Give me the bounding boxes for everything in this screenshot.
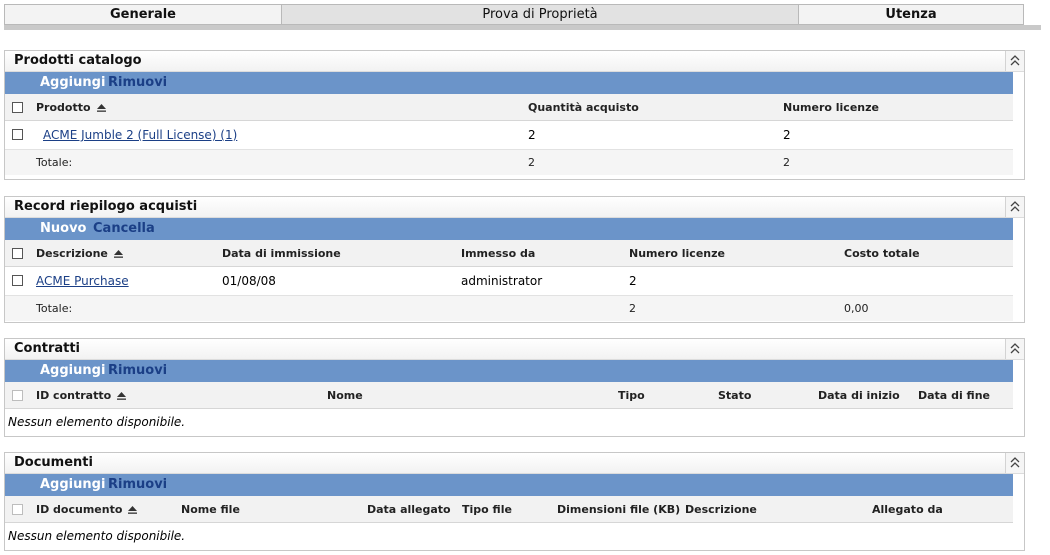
panel-header: Contratti bbox=[5, 339, 1024, 360]
panel-title: Prodotti catalogo bbox=[14, 53, 142, 68]
select-all-checkbox[interactable] bbox=[12, 102, 23, 113]
new-button[interactable]: Nuovo bbox=[40, 221, 86, 236]
add-button[interactable]: Aggiungi bbox=[40, 75, 105, 90]
empty-message-row: Nessun elemento disponibile. bbox=[5, 523, 1013, 549]
column-header-product[interactable]: Prodotto bbox=[36, 101, 106, 114]
column-header-description[interactable]: Descrizione bbox=[685, 503, 757, 516]
total-label: Totale: bbox=[36, 302, 73, 315]
column-header-start-date[interactable]: Data di inizio bbox=[818, 389, 900, 402]
column-header-type[interactable]: Tipo bbox=[618, 389, 645, 402]
remove-button[interactable]: Rimuovi bbox=[108, 477, 167, 492]
entered-by-cell: administrator bbox=[461, 274, 543, 288]
column-header-file-size[interactable]: Dimensioni file (KB) bbox=[557, 503, 680, 516]
panel-header: Prodotti catalogo bbox=[5, 51, 1024, 72]
add-button[interactable]: Aggiungi bbox=[40, 477, 105, 492]
toolbar: Aggiungi Rimuovi bbox=[5, 360, 1013, 382]
table-row: ACME Purchase 01/08/08 administrator 2 bbox=[5, 267, 1013, 296]
column-header-file-type[interactable]: Tipo file bbox=[462, 503, 512, 516]
column-header-end-date[interactable]: Data di fine bbox=[918, 389, 990, 402]
column-header-document-id[interactable]: ID documento bbox=[36, 503, 138, 516]
remove-button[interactable]: Rimuovi bbox=[108, 363, 167, 378]
sort-ascending-icon bbox=[128, 506, 138, 514]
table-header: Descrizione Data di immissione Immesso d… bbox=[5, 240, 1013, 267]
catalog-products-panel: Prodotti catalogo Aggiungi Rimuovi Prodo… bbox=[4, 50, 1025, 180]
column-header-state[interactable]: Stato bbox=[718, 389, 751, 402]
table-header: ID contratto Nome Tipo Stato Data di ini… bbox=[5, 382, 1013, 409]
select-all-checkbox[interactable] bbox=[12, 504, 23, 515]
panel-title: Contratti bbox=[14, 341, 81, 356]
column-header-contract-id[interactable]: ID contratto bbox=[36, 389, 127, 402]
collapse-button[interactable] bbox=[1005, 453, 1024, 473]
column-header-total-cost[interactable]: Costo totale bbox=[844, 247, 920, 260]
row-checkbox[interactable] bbox=[12, 129, 23, 140]
empty-message: Nessun elemento disponibile. bbox=[8, 529, 186, 543]
tab-bar: Generale Prova di Proprietà Utenza bbox=[4, 4, 1041, 26]
column-header-description[interactable]: Descrizione bbox=[36, 247, 123, 260]
licenses-cell: 2 bbox=[783, 128, 791, 142]
toolbar: Nuovo Cancella bbox=[5, 218, 1013, 240]
total-licenses: 2 bbox=[783, 156, 790, 169]
collapse-button[interactable] bbox=[1005, 339, 1024, 359]
panel-title: Record riepilogo acquisti bbox=[14, 199, 198, 214]
select-all-checkbox[interactable] bbox=[12, 248, 23, 259]
total-label: Totale: bbox=[36, 156, 73, 169]
contracts-panel: Contratti Aggiungi Rimuovi ID contratto … bbox=[4, 338, 1025, 437]
tab-underline bbox=[4, 25, 1041, 30]
double-chevron-up-icon bbox=[1010, 343, 1020, 354]
add-button[interactable]: Aggiungi bbox=[40, 363, 105, 378]
double-chevron-up-icon bbox=[1010, 55, 1020, 66]
column-header-entry-date[interactable]: Data di immissione bbox=[222, 247, 341, 260]
purchase-records-panel: Record riepilogo acquisti Nuovo Cancella… bbox=[4, 196, 1025, 323]
collapse-button[interactable] bbox=[1005, 51, 1024, 71]
remove-button[interactable]: Rimuovi bbox=[108, 75, 167, 90]
table-header: Prodotto Quantità acquisto Numero licenz… bbox=[5, 94, 1013, 121]
double-chevron-up-icon bbox=[1010, 457, 1020, 468]
sort-ascending-icon bbox=[113, 250, 123, 258]
product-link[interactable]: ACME Jumble 2 (Full License) (1) bbox=[43, 128, 237, 142]
column-header-licenses[interactable]: Numero licenze bbox=[629, 247, 725, 260]
total-row: Totale: 2 0,00 bbox=[5, 296, 1013, 321]
entry-date-cell: 01/08/08 bbox=[222, 274, 276, 288]
column-header-file-name[interactable]: Nome file bbox=[181, 503, 240, 516]
sort-ascending-icon bbox=[117, 392, 127, 400]
row-checkbox[interactable] bbox=[12, 275, 23, 286]
licenses-cell: 2 bbox=[629, 274, 637, 288]
quantity-cell: 2 bbox=[528, 128, 536, 142]
sort-ascending-icon bbox=[96, 104, 106, 112]
empty-message-row: Nessun elemento disponibile. bbox=[5, 409, 1013, 435]
panel-title: Documenti bbox=[14, 455, 93, 470]
column-header-name[interactable]: Nome bbox=[327, 389, 363, 402]
column-header-attach-date[interactable]: Data allegato bbox=[367, 503, 451, 516]
delete-button[interactable]: Cancella bbox=[93, 221, 155, 236]
double-chevron-up-icon bbox=[1010, 201, 1020, 212]
column-header-entered-by[interactable]: Immesso da bbox=[461, 247, 535, 260]
panel-header: Documenti bbox=[5, 453, 1024, 474]
toolbar: Aggiungi Rimuovi bbox=[5, 474, 1013, 496]
collapse-button[interactable] bbox=[1005, 197, 1024, 217]
documents-panel: Documenti Aggiungi Rimuovi ID documento … bbox=[4, 452, 1025, 551]
table-row: ACME Jumble 2 (Full License) (1) 2 2 bbox=[5, 121, 1013, 150]
table-header: ID documento Nome file Data allegato Tip… bbox=[5, 496, 1013, 523]
tab-prova-di-proprieta[interactable]: Prova di Proprietà bbox=[281, 4, 799, 25]
purchase-link[interactable]: ACME Purchase bbox=[36, 274, 129, 288]
total-cost: 0,00 bbox=[844, 302, 869, 315]
total-row: Totale: 2 2 bbox=[5, 150, 1013, 175]
column-header-quantity[interactable]: Quantità acquisto bbox=[528, 101, 639, 114]
total-quantity: 2 bbox=[528, 156, 535, 169]
select-all-checkbox[interactable] bbox=[12, 390, 23, 401]
tab-generale[interactable]: Generale bbox=[4, 4, 282, 25]
toolbar: Aggiungi Rimuovi bbox=[5, 72, 1013, 94]
column-header-licenses[interactable]: Numero licenze bbox=[783, 101, 879, 114]
panel-header: Record riepilogo acquisti bbox=[5, 197, 1024, 218]
empty-message: Nessun elemento disponibile. bbox=[8, 415, 186, 429]
column-header-attached-by[interactable]: Allegato da bbox=[872, 503, 943, 516]
tab-utenza[interactable]: Utenza bbox=[798, 4, 1024, 25]
total-licenses: 2 bbox=[629, 302, 636, 315]
